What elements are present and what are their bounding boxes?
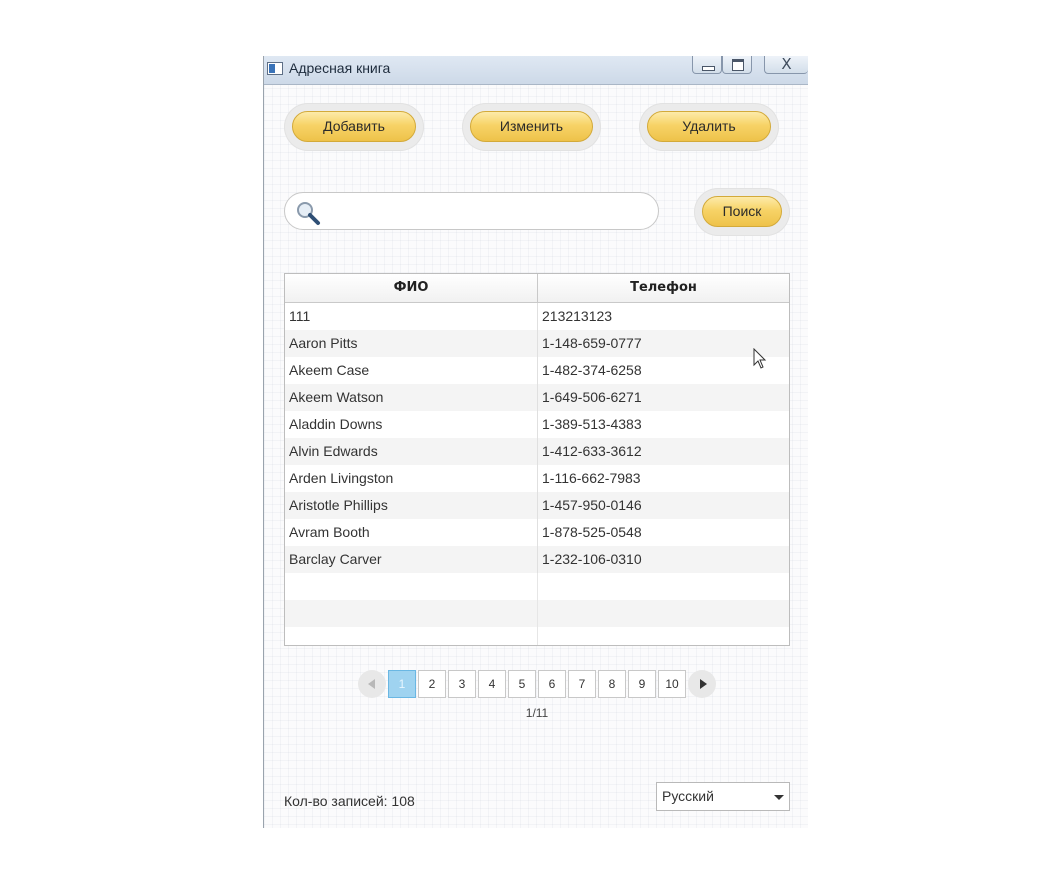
app-icon bbox=[267, 62, 283, 75]
page-indicator: 1/11 bbox=[525, 706, 549, 720]
page-button-1[interactable]: 1 bbox=[388, 670, 416, 698]
cell-name: Alvin Edwards bbox=[289, 443, 378, 459]
page-button-4[interactable]: 4 bbox=[478, 670, 506, 698]
contacts-table[interactable]: ФИО Телефон 111 213213123 Aaron Pitts 1-148… bbox=[284, 273, 790, 646]
table-row[interactable]: 111 213213123 bbox=[285, 303, 789, 330]
cell-phone: 213213123 bbox=[537, 303, 788, 330]
table-row[interactable]: Aaron Pitts 1-148-659-0777 bbox=[285, 330, 789, 357]
table-body: 111 213213123 Aaron Pitts 1-148-659-0777 Ake… bbox=[285, 303, 789, 645]
window-title: Адресная книга bbox=[289, 60, 391, 76]
table-row-empty bbox=[285, 573, 789, 600]
cell-phone: 1-649-506-6271 bbox=[537, 384, 788, 411]
chevron-down-icon bbox=[774, 795, 784, 800]
table-row[interactable]: Avram Booth 1-878-525-0548 bbox=[285, 519, 789, 546]
search-button[interactable]: Поиск bbox=[702, 196, 782, 227]
page-button-6[interactable]: 6 bbox=[538, 670, 566, 698]
cell-empty bbox=[285, 627, 537, 645]
cell-phone: 1-148-659-0777 bbox=[537, 330, 788, 357]
cell-empty bbox=[537, 573, 788, 600]
cell-name: Akeem Case bbox=[289, 362, 370, 378]
column-header-phone[interactable]: Телефон bbox=[537, 274, 789, 302]
maximize-button[interactable] bbox=[722, 56, 752, 74]
cell-empty bbox=[285, 600, 537, 627]
add-button-frame: Добавить bbox=[284, 103, 424, 151]
cell-empty bbox=[537, 627, 788, 645]
page-button-3[interactable]: 3 bbox=[448, 670, 476, 698]
cell-name: Aaron Pitts bbox=[289, 335, 358, 351]
cell-empty bbox=[285, 573, 537, 600]
page-button-8[interactable]: 8 bbox=[598, 670, 626, 698]
cell-phone: 1-412-633-3612 bbox=[537, 438, 788, 465]
cell-phone: 1-457-950-0146 bbox=[537, 492, 788, 519]
table-header: ФИО Телефон bbox=[285, 274, 789, 303]
cell-name: 111 bbox=[289, 308, 311, 324]
cell-name: Avram Booth bbox=[289, 524, 370, 540]
cell-name: Aladdin Downs bbox=[289, 416, 383, 432]
search-input[interactable] bbox=[327, 199, 651, 225]
cell-phone: 1-232-106-0310 bbox=[537, 546, 788, 573]
cell-empty bbox=[537, 600, 788, 627]
page-button-7[interactable]: 7 bbox=[568, 670, 596, 698]
cell-name: Akeem Watson bbox=[289, 389, 384, 405]
search-button-frame: Поиск bbox=[694, 188, 790, 236]
table-row[interactable]: Aladdin Downs 1-389-513-4383 bbox=[285, 411, 789, 438]
close-button[interactable]: X bbox=[764, 56, 808, 74]
cell-name: Aristotle Phillips bbox=[289, 497, 388, 513]
table-row[interactable]: Alvin Edwards 1-412-633-3612 bbox=[285, 438, 789, 465]
table-row[interactable]: Barclay Carver 1-232-106-0310 bbox=[285, 546, 789, 573]
prev-page-button[interactable] bbox=[358, 670, 386, 698]
edit-button-frame: Изменить bbox=[462, 103, 601, 151]
search-field[interactable] bbox=[284, 192, 659, 230]
table-row[interactable]: Akeem Case 1-482-374-6258 bbox=[285, 357, 789, 384]
cell-name: Barclay Carver bbox=[289, 551, 382, 567]
column-header-name[interactable]: ФИО bbox=[285, 274, 537, 302]
mouse-cursor-icon bbox=[753, 348, 767, 369]
page-button-2[interactable]: 2 bbox=[418, 670, 446, 698]
minimize-button[interactable] bbox=[692, 56, 722, 74]
table-row-empty bbox=[285, 600, 789, 627]
edit-button[interactable]: Изменить bbox=[470, 111, 593, 142]
add-button[interactable]: Добавить bbox=[292, 111, 416, 142]
page-button-9[interactable]: 9 bbox=[628, 670, 656, 698]
search-icon bbox=[297, 202, 320, 225]
next-page-button[interactable] bbox=[688, 670, 716, 698]
cell-phone: 1-482-374-6258 bbox=[537, 357, 788, 384]
language-select-value: Русский bbox=[662, 788, 714, 804]
page-button-5[interactable]: 5 bbox=[508, 670, 536, 698]
cell-name: Arden Livingston bbox=[289, 470, 394, 486]
record-count: Кол-во записей: 108 bbox=[284, 793, 415, 809]
delete-button-frame: Удалить bbox=[639, 103, 779, 151]
language-select[interactable]: Русский bbox=[656, 782, 790, 811]
title-bar[interactable]: Адресная книга X bbox=[264, 56, 808, 85]
cell-phone: 1-389-513-4383 bbox=[537, 411, 788, 438]
table-row[interactable]: Arden Livingston 1-116-662-7983 bbox=[285, 465, 789, 492]
delete-button[interactable]: Удалить bbox=[647, 111, 771, 142]
page-button-10[interactable]: 10 bbox=[658, 670, 686, 698]
cell-phone: 1-116-662-7983 bbox=[537, 465, 788, 492]
table-row[interactable]: Aristotle Phillips 1-457-950-0146 bbox=[285, 492, 789, 519]
table-row-empty bbox=[285, 627, 789, 645]
cell-phone: 1-878-525-0548 bbox=[537, 519, 788, 546]
table-row[interactable]: Akeem Watson 1-649-506-6271 bbox=[285, 384, 789, 411]
